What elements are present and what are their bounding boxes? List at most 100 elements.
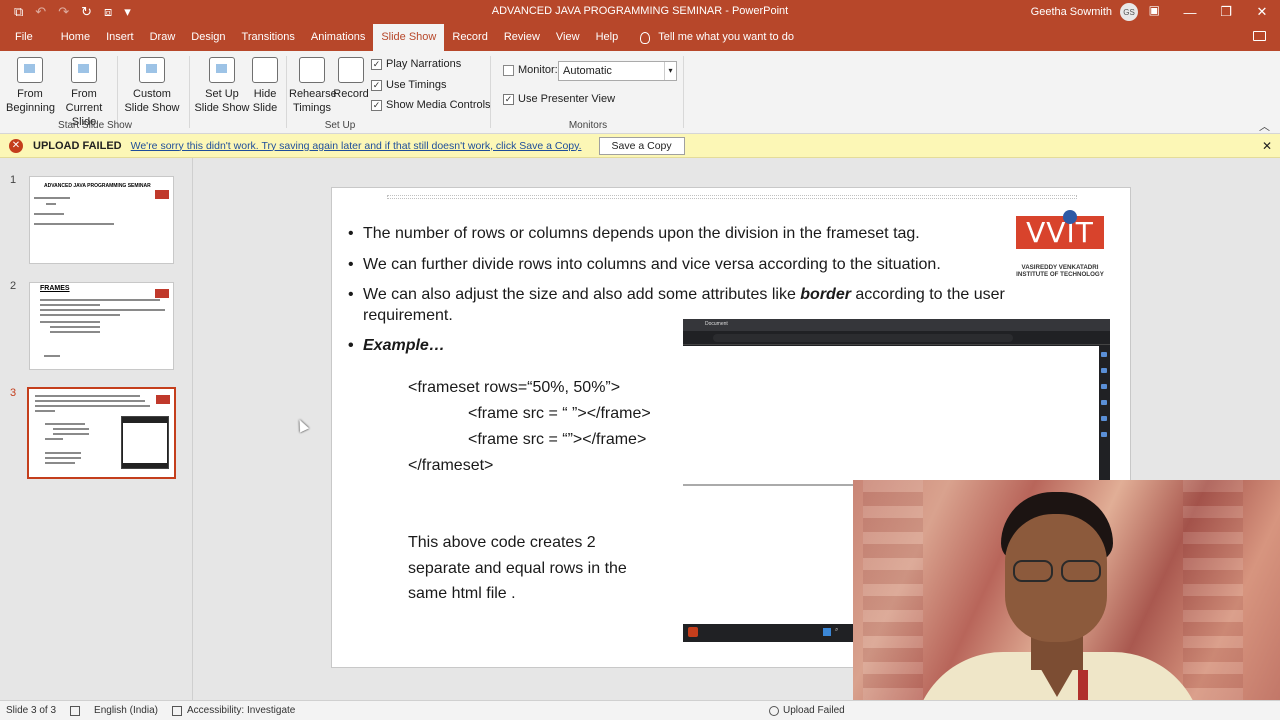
- tab-insert[interactable]: Insert: [98, 24, 142, 51]
- tab-file[interactable]: File: [0, 24, 53, 51]
- thumbnail-line: [40, 309, 165, 311]
- thumbnail-line: [34, 213, 64, 215]
- user-account[interactable]: Geetha Sowmith GS: [1031, 3, 1138, 21]
- slide-thumbnail-1[interactable]: ADVANCED JAVA PROGRAMMING SEMINAR: [29, 176, 174, 264]
- college-name: VASIREDDY VENKATADRI INSTITUTE OF TECHNO…: [1016, 264, 1104, 278]
- code-line: </frameset>: [408, 457, 494, 474]
- minimize-icon[interactable]: —: [1172, 0, 1208, 24]
- show-media-controls-checkbox[interactable]: ✓ Show Media Controls: [371, 99, 491, 111]
- monitor-label: Monitor:: [503, 64, 558, 76]
- setup-show-icon: [209, 57, 235, 83]
- tab-record[interactable]: Record: [444, 24, 495, 51]
- close-icon[interactable]: ✕: [1244, 0, 1280, 24]
- tell-me-search[interactable]: Tell me what you want to do: [626, 24, 794, 51]
- slideshow-start-icon: [17, 57, 43, 83]
- message-title: UPLOAD FAILED: [33, 139, 122, 152]
- code-description: This above code creates 2 separate and e…: [408, 534, 627, 602]
- set-up-slide-show-button[interactable]: Set Up Slide Show: [194, 57, 250, 115]
- windows-icon: [823, 628, 831, 636]
- monitor-dropdown[interactable]: Automatic ▾: [558, 61, 677, 81]
- language-indicator[interactable]: English (India): [94, 705, 158, 716]
- thumbnail-line: [35, 405, 150, 407]
- divider: [490, 56, 491, 128]
- comments-icon[interactable]: [1253, 31, 1266, 41]
- browser-page: [683, 346, 1099, 481]
- refresh-icon[interactable]: ↻: [81, 0, 92, 24]
- save-a-copy-button[interactable]: Save a Copy: [598, 136, 685, 155]
- tab-transitions[interactable]: Transitions: [234, 24, 303, 51]
- thumbnail-line: [44, 355, 60, 357]
- search-icon: ⌕: [835, 627, 839, 633]
- thumbnail-line: [50, 331, 100, 333]
- curtain-fold: [863, 480, 923, 720]
- thumbnail-line: [40, 321, 100, 323]
- record-icon: [338, 57, 364, 83]
- autosave-icon[interactable]: ⧉: [14, 0, 23, 24]
- spelling-icon[interactable]: [70, 705, 81, 716]
- tab-animations[interactable]: Animations: [303, 24, 373, 51]
- tab-design[interactable]: Design: [183, 24, 233, 51]
- tab-help[interactable]: Help: [588, 24, 627, 51]
- close-icon[interactable]: ✕: [1262, 139, 1272, 153]
- divider: [117, 56, 118, 128]
- use-timings-checkbox[interactable]: ✓ Use Timings: [371, 79, 447, 91]
- person-glasses: [1011, 560, 1103, 582]
- restore-icon[interactable]: ❐: [1208, 0, 1244, 24]
- checkmark-icon: ✓: [371, 79, 382, 91]
- custom-slide-show-button[interactable]: Custom Slide Show: [120, 57, 184, 115]
- sidebar-app-icon: [1101, 368, 1107, 373]
- thumbnail-line: [34, 223, 114, 225]
- sidebar-search-icon: [1101, 352, 1107, 357]
- thumbnail-line: [35, 395, 140, 397]
- rehearse-timings-button[interactable]: Rehearse Timings: [289, 57, 337, 115]
- collapse-ribbon-icon[interactable]: ︿: [1259, 118, 1270, 134]
- slide-thumbnails-pane[interactable]: 1 ADVANCED JAVA PROGRAMMING SEMINAR 2 FR…: [0, 158, 193, 700]
- bullet-point[interactable]: • The number of rows or columns depends …: [348, 223, 1038, 244]
- checkmark-icon: ✓: [371, 99, 382, 111]
- browser-sidebar: [1099, 346, 1110, 481]
- redo-icon[interactable]: ↷: [58, 0, 69, 24]
- ribbon: From Beginning From Current Slide Custom…: [0, 51, 1280, 134]
- placeholder-border: [387, 195, 1077, 199]
- presenter-icon[interactable]: ⧈: [104, 0, 112, 24]
- slide-thumbnail-3[interactable]: [27, 387, 176, 479]
- error-icon: ✕: [9, 138, 23, 153]
- thumbnail-line: [45, 423, 85, 425]
- play-narrations-checkbox[interactable]: ✓ Play Narrations: [371, 58, 461, 70]
- bullet-icon: •: [348, 225, 354, 242]
- customize-qat-icon[interactable]: ▾: [124, 0, 131, 24]
- sidebar-app-icon: [1101, 432, 1107, 437]
- avatar[interactable]: GS: [1120, 3, 1138, 21]
- chevron-down-icon: ▾: [664, 62, 676, 80]
- use-presenter-view-checkbox[interactable]: ✓ Use Presenter View: [503, 93, 615, 105]
- tab-draw[interactable]: Draw: [142, 24, 184, 51]
- tell-me-text: Tell me what you want to do: [658, 31, 794, 43]
- tab-view[interactable]: View: [548, 24, 588, 51]
- thumbnail-line: [53, 428, 89, 430]
- bullet-point[interactable]: • We can further divide rows into column…: [348, 254, 1038, 275]
- record-button[interactable]: Record: [333, 57, 369, 101]
- slideshow-current-icon: [71, 57, 97, 83]
- curtain-fold: [1183, 480, 1243, 720]
- quick-access-toolbar: ⧉ ↶ ↷ ↻ ⧈ ▾: [0, 0, 131, 24]
- webcam-overlay: [853, 480, 1280, 720]
- tab-slide-show[interactable]: Slide Show: [373, 24, 445, 51]
- ribbon-tabs: File Home Insert Draw Design Transitions…: [0, 24, 1280, 51]
- from-current-slide-button[interactable]: From Current Slide: [54, 57, 114, 129]
- browser-screenshot[interactable]: Document: [683, 319, 1110, 481]
- accessibility-checker[interactable]: Accessibility: Investigate: [171, 705, 295, 716]
- tab-review[interactable]: Review: [496, 24, 548, 51]
- thumbnail-line: [45, 457, 81, 459]
- sidebar-app-icon: [1101, 400, 1107, 405]
- hide-slide-button[interactable]: Hide Slide: [252, 57, 278, 115]
- undo-icon[interactable]: ↶: [35, 0, 46, 24]
- hide-slide-icon: [252, 57, 278, 83]
- message-link[interactable]: We're sorry this didn't work. Try saving…: [131, 140, 582, 152]
- from-beginning-button[interactable]: From Beginning: [6, 57, 55, 115]
- slide-thumbnail-2[interactable]: FRAMES: [29, 282, 174, 370]
- address-box: [713, 334, 1013, 342]
- tab-home[interactable]: Home: [53, 24, 98, 51]
- upload-status[interactable]: Upload Failed: [769, 705, 845, 716]
- thumbnail-line: [45, 452, 81, 454]
- ribbon-display-options-icon[interactable]: ▣: [1149, 3, 1160, 17]
